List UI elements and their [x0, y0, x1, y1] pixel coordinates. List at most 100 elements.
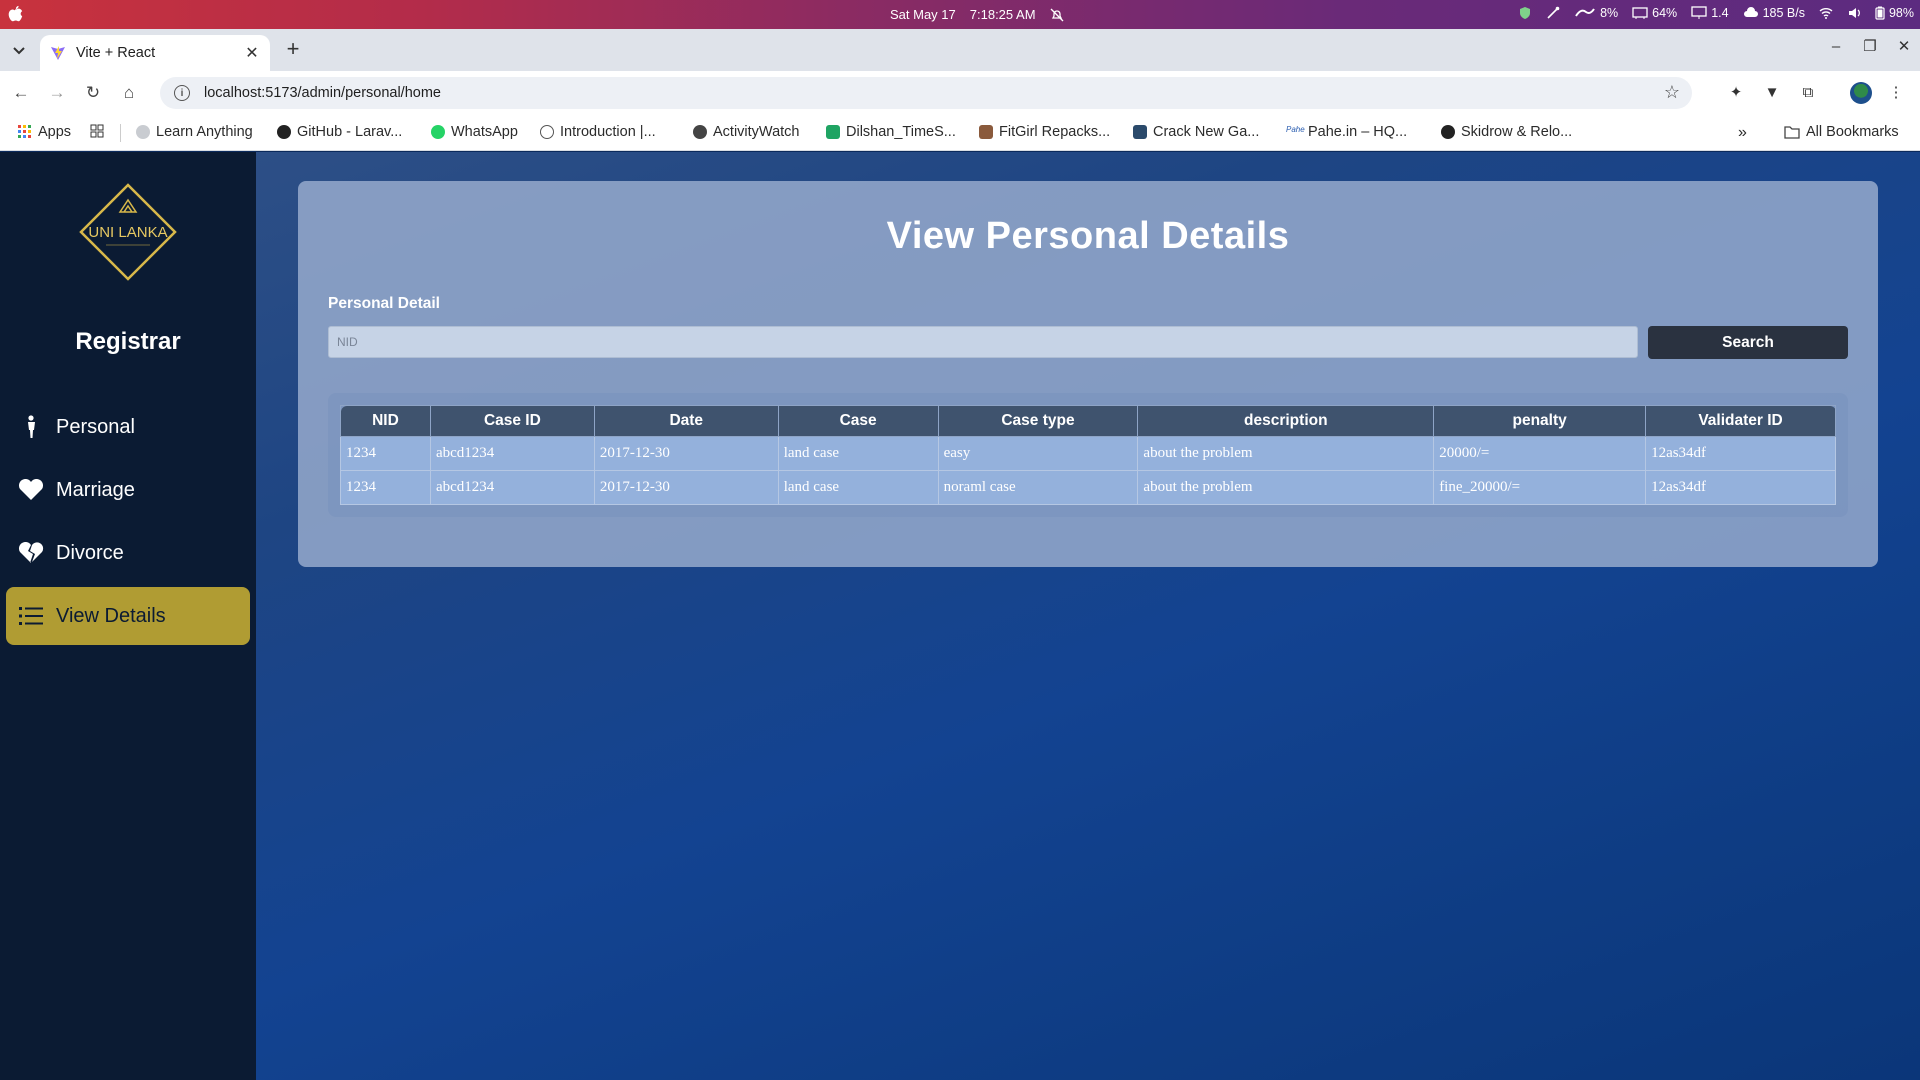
list-icon — [16, 602, 46, 630]
cell-case-type: noraml case — [937, 470, 1139, 505]
reload-icon[interactable]: ↻ — [82, 82, 104, 104]
bookmark-learn-anything[interactable]: Learn Anything — [136, 124, 253, 140]
bookmark-label: GitHub - Larav... — [297, 124, 403, 140]
crack-icon — [1133, 125, 1147, 139]
url-text[interactable]: localhost:5173/admin/personal/home — [204, 85, 441, 101]
address-bar[interactable]: i localhost:5173/admin/personal/home ☆ — [160, 77, 1692, 109]
bookmark-github[interactable]: GitHub - Larav... — [277, 124, 402, 140]
sidebar-item-marriage[interactable]: Marriage — [6, 461, 250, 519]
os-time[interactable]: 7:18:25 AM — [970, 7, 1036, 22]
restore-window-icon[interactable]: ❐ — [1862, 37, 1878, 57]
wifi-icon[interactable] — [1819, 6, 1833, 20]
cell-case-type: easy — [937, 436, 1139, 471]
bookmark-fitgirl[interactable]: FitGirl Repacks... — [979, 124, 1110, 140]
more-menu-icon[interactable]: ⋮ — [1885, 82, 1907, 104]
bookmark-label: Dilshan_TimeS... — [846, 124, 956, 140]
volume-icon[interactable] — [1847, 6, 1861, 20]
cell-date: 2017-12-30 — [593, 436, 779, 471]
battery-icon[interactable] — [1875, 6, 1885, 20]
bookmark-label: Crack New Ga... — [1153, 124, 1260, 140]
table-row: 1234 abcd1234 2017-12-30 land case easy … — [340, 436, 1836, 471]
home-icon[interactable]: ⌂ — [118, 82, 140, 104]
column-header-nid: NID — [340, 405, 431, 437]
sidebar-item-label: Personal — [56, 415, 135, 438]
pahe-icon: Pahe — [1286, 125, 1305, 139]
details-panel: View Personal Details Personal Detail Se… — [298, 181, 1878, 567]
tab-groups-icon[interactable] — [90, 124, 104, 138]
bookmark-label: FitGirl Repacks... — [999, 124, 1111, 140]
cell-case-id: abcd1234 — [429, 470, 595, 505]
bookmark-label: Introduction |... — [560, 124, 656, 140]
cpu-runner-icon — [1575, 8, 1595, 17]
profile-avatar[interactable] — [1850, 82, 1872, 104]
sidebar-item-label: Marriage — [56, 478, 135, 501]
nid-search-input[interactable] — [328, 326, 1638, 358]
table-row: 1234 abcd1234 2017-12-30 land case noram… — [340, 470, 1836, 505]
color-picker-icon[interactable] — [1546, 6, 1560, 20]
notifications-off-icon[interactable] — [1050, 8, 1064, 22]
bookmark-activitywatch[interactable]: ActivityWatch — [693, 124, 799, 140]
page-title: View Personal Details — [886, 215, 1290, 257]
column-header-date: Date — [593, 405, 779, 437]
back-arrow-icon[interactable]: ← — [10, 82, 32, 104]
extensions-puzzle-icon[interactable]: ⧉ — [1797, 82, 1819, 104]
column-header-validater-id: Validater ID — [1645, 405, 1836, 437]
cell-nid: 1234 — [340, 436, 431, 471]
cell-description: about the problem — [1137, 470, 1435, 505]
bookmark-label: ActivityWatch — [713, 124, 800, 140]
bookmark-apps[interactable]: Apps — [18, 124, 71, 140]
bookmark-star-icon[interactable]: ☆ — [1664, 82, 1680, 103]
browser-tab-active[interactable]: Vite + React ✕ — [40, 35, 270, 71]
activitywatch-icon — [693, 125, 707, 139]
network-speed: 185 B/s — [1762, 6, 1805, 20]
forward-arrow-icon[interactable]: → — [46, 82, 68, 104]
logo-text: UNI LANKA — [88, 224, 167, 241]
load-average: 1.4 — [1711, 6, 1729, 20]
bookmark-pahe[interactable]: Pahe Pahe.in – HQ... — [1286, 124, 1407, 140]
skidrow-icon — [1441, 125, 1455, 139]
more-bookmarks-chevron-icon[interactable]: » — [1738, 124, 1747, 142]
results-table-container: NID Case ID Date Case Case type descript… — [328, 393, 1848, 517]
bookmark-label: Learn Anything — [156, 124, 253, 140]
fitgirl-icon — [979, 125, 993, 139]
cell-case: land case — [777, 470, 939, 505]
cell-description: about the problem — [1137, 436, 1435, 471]
chevron-down-icon[interactable] — [10, 41, 28, 59]
search-button[interactable]: Search — [1648, 326, 1848, 359]
bookmark-dilshan-timesheet[interactable]: Dilshan_TimeS... — [826, 124, 956, 140]
memory-usage: 64% — [1652, 6, 1678, 20]
bookmark-introduction[interactable]: Introduction |... — [540, 124, 656, 140]
person-icon — [16, 413, 46, 441]
cell-penalty: 20000/= — [1433, 436, 1647, 471]
close-tab-icon[interactable]: ✕ — [244, 45, 260, 62]
sidebar-item-view-details[interactable]: View Details — [6, 587, 250, 645]
os-date[interactable]: Sat May 17 — [890, 7, 956, 22]
shield-icon[interactable] — [1518, 6, 1532, 20]
browser-tabstrip: Vite + React ✕ + – ❐ ✕ — [0, 29, 1920, 71]
browser-toolbar: ← → ↻ ⌂ i localhost:5173/admin/personal/… — [0, 71, 1920, 115]
bookmark-label: WhatsApp — [451, 124, 518, 140]
results-table: NID Case ID Date Case Case type descript… — [340, 405, 1836, 505]
bookmark-crack-new-games[interactable]: Crack New Ga... — [1133, 124, 1259, 140]
cell-nid: 1234 — [340, 470, 431, 505]
sidebar-item-personal[interactable]: Personal — [6, 398, 250, 456]
minimize-window-icon[interactable]: – — [1828, 37, 1844, 57]
cell-date: 2017-12-30 — [593, 470, 779, 505]
sidebar-item-label: Divorce — [56, 541, 124, 564]
bookmark-skidrow[interactable]: Skidrow & Relo... — [1441, 124, 1572, 140]
apple-logo-icon[interactable] — [6, 4, 24, 24]
whatsapp-icon — [431, 125, 445, 139]
all-bookmarks-button[interactable]: All Bookmarks — [1784, 124, 1899, 140]
os-top-bar: Sat May 17 7:18:25 AM 8% 64% 1.4 185 B/s — [0, 0, 1920, 29]
close-window-icon[interactable]: ✕ — [1896, 37, 1912, 57]
heart-icon — [16, 476, 46, 504]
sidebar-item-divorce[interactable]: Divorce — [6, 524, 250, 582]
site-info-icon[interactable]: i — [174, 85, 190, 101]
bookmark-whatsapp[interactable]: WhatsApp — [431, 124, 518, 140]
extension-filter-icon[interactable]: ▼ — [1761, 82, 1783, 104]
sheets-icon — [826, 125, 840, 139]
extension-puzzle-bird-icon[interactable]: ✦ — [1725, 82, 1747, 104]
vite-favicon-icon — [51, 46, 65, 60]
column-header-case-type: Case type — [937, 405, 1139, 437]
new-tab-button[interactable]: + — [282, 38, 304, 61]
